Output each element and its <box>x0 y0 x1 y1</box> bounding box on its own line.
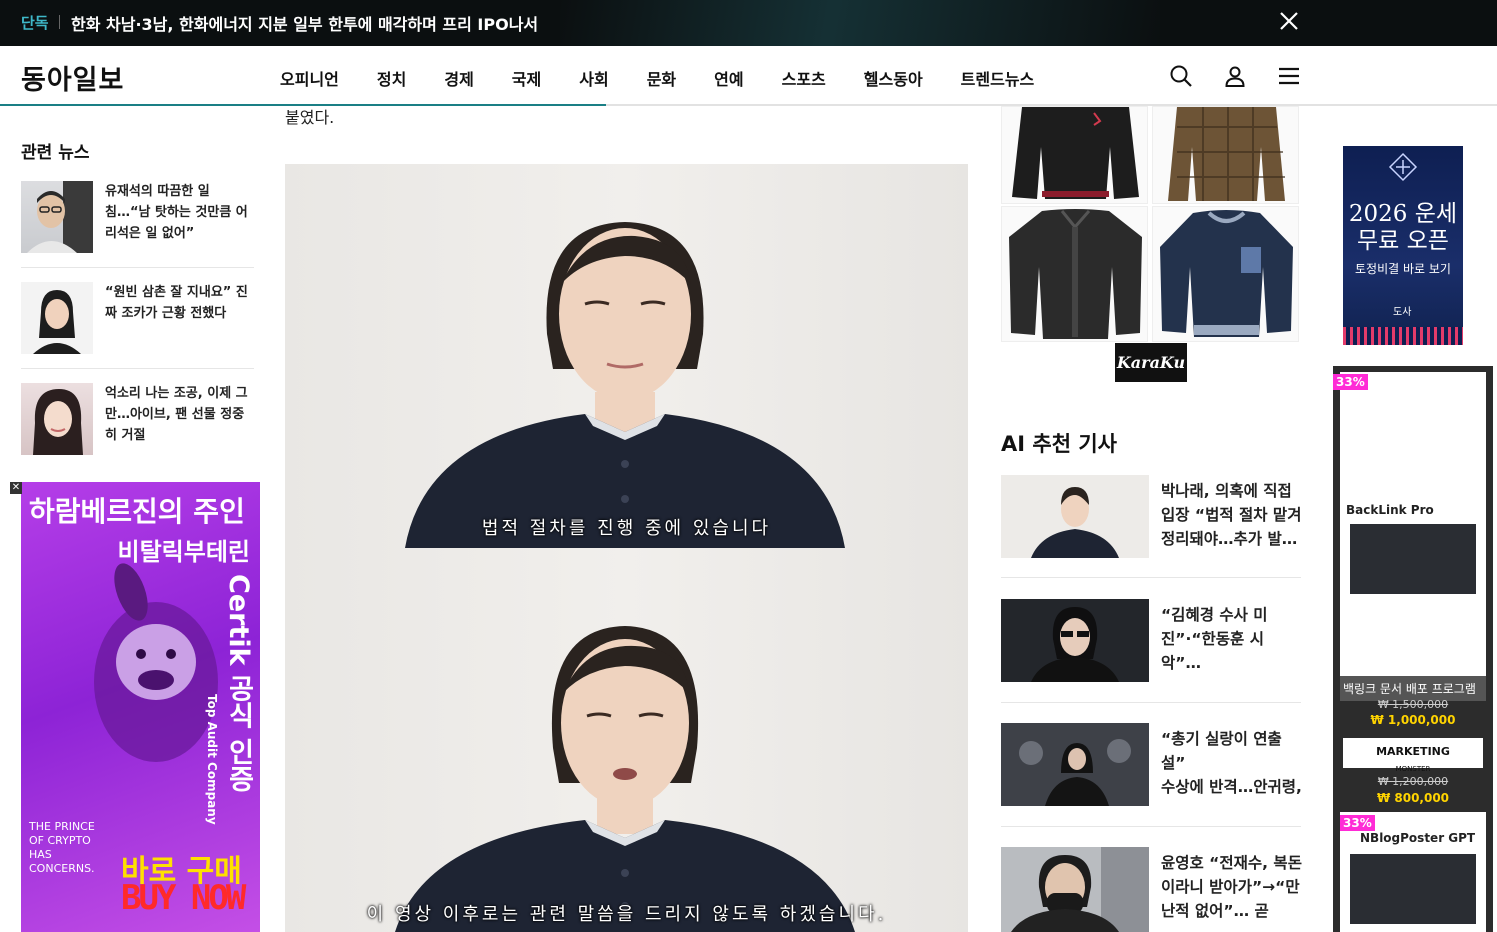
nav-item-entertainment[interactable]: 연예 <box>714 66 743 90</box>
nav-menu: 오피니언 정치 경제 국제 사회 문화 연예 스포츠 헬스동아 트렌드뉴스 <box>280 66 1072 90</box>
product-box <box>1350 524 1476 594</box>
related-news-text[interactable]: 유재석의 따끔한 일침…“남 탓하는 것만큼 어리석은 일 없어” <box>105 181 254 253</box>
ad-shopping[interactable]: KaraKu <box>1001 106 1301 382</box>
ad-fortune[interactable]: 2026 운세 무료 오픈 토정비결 바로 보기 도사 <box>1343 146 1463 345</box>
ai-article-text[interactable]: “총기 실랑이 연출설” 수상에 반격…안귀령, 전 707단장 고소 <box>1161 727 1303 799</box>
product-card[interactable]: BackLink Pro <box>1340 372 1486 676</box>
discount-badge: 33% <box>1333 374 1368 390</box>
ad-buy-en[interactable]: BUY NOW <box>121 878 246 918</box>
main-nav: 동아일보 오피니언 정치 경제 국제 사회 문화 연예 스포츠 헬스동아 트렌드… <box>0 46 1497 106</box>
close-icon[interactable] <box>1278 10 1300 32</box>
ai-article-text[interactable]: “김혜경 수사 미 진”·“한동훈 시악”… 尹부부, 박성재에 … <box>1161 603 1303 675</box>
menu-icon[interactable] <box>1277 64 1301 88</box>
list-item[interactable]: 박나래, 의혹에 직접 입장 “법적 절차 맡겨 정리돼야…추가 발… <box>1001 475 1301 559</box>
ad-line2: 비탈릭부테린 <box>117 538 250 566</box>
discount-badge: 33% <box>1340 815 1375 831</box>
thumbnail[interactable] <box>1001 847 1149 932</box>
related-news-text[interactable]: 억소리 나는 조공, 이제 그만…아이브, 팬 선물 정중히 거절 <box>105 383 254 455</box>
thumbnail[interactable] <box>21 282 93 354</box>
ai-article-text[interactable]: 박나래, 의혹에 직접 입장 “법적 절차 맡겨 정리돼야…추가 발… <box>1161 479 1303 551</box>
ad-banner-crypto[interactable]: 하람베르진의 주인 비탈릭부테린 Certik 공식 인증 Top Audit … <box>21 482 260 932</box>
thumbnail[interactable] <box>1001 475 1149 558</box>
ad-backlink[interactable]: BackLink Pro 33% 백링크 문서 배포 프로그램 ₩ 1,500,… <box>1333 366 1493 932</box>
marketing-monster-logo[interactable]: MARKETING MONSTER <box>1343 738 1483 773</box>
old-price: ₩ 1,500,000 <box>1377 698 1449 711</box>
product-sweater-navy[interactable] <box>1152 206 1299 342</box>
list-item[interactable]: “총기 실랑이 연출설” 수상에 반격…안귀령, 전 707단장 고소 <box>1001 723 1303 807</box>
list-item[interactable]: 억소리 나는 조공, 이제 그만…아이브, 팬 선물 정중히 거절 <box>21 383 254 455</box>
breaking-tag: 단독 <box>21 14 49 32</box>
article-photo-1: 법적 절차를 진행 중에 있습니다 <box>285 164 968 548</box>
product-box <box>1350 854 1476 924</box>
article-photo-2: 이 영상 이후로는 관련 말씀을 드리지 않도록 하겠습니다. <box>285 548 968 932</box>
article-text: 붙였다. <box>285 108 335 127</box>
nav-item-sports[interactable]: 스포츠 <box>782 66 826 90</box>
product-brand: NBlogPoster GPT <box>1360 831 1476 845</box>
nav-item-society[interactable]: 사회 <box>579 66 608 90</box>
fortune-line3: 토정비결 바로 보기 <box>1355 262 1451 276</box>
list-item[interactable]: “원빈 삼촌 잘 지내요” 진짜 조카가 근황 전했다 <box>21 282 254 369</box>
nav-item-opinion[interactable]: 오피니언 <box>280 66 339 90</box>
ad-line1: 하람베르진의 주인 <box>29 495 245 528</box>
nav-item-politics[interactable]: 정치 <box>377 66 406 90</box>
ad-pattern <box>1343 327 1463 345</box>
mm-brand-sub: MONSTER <box>1395 765 1431 773</box>
video-caption: 법적 절차를 진행 중에 있습니다 <box>481 518 772 539</box>
nav-item-international[interactable]: 국제 <box>512 66 541 90</box>
fortune-brand: 도사 <box>1393 307 1412 318</box>
related-news-title: 관련 뉴스 <box>21 143 90 163</box>
product-brand: BackLink Pro <box>1346 503 1434 517</box>
related-news: 관련 뉴스 유재석의 따끔한 일침…“남 탓하는 것만큼 어리석은 일 없어” … <box>21 138 254 484</box>
ad-close-button[interactable]: ✕ <box>10 482 22 494</box>
ai-section-title: AI 추천 기사 <box>1001 432 1117 456</box>
divider <box>1001 826 1301 827</box>
person-figure <box>395 626 855 932</box>
nav-item-economy[interactable]: 경제 <box>444 66 473 90</box>
tag-separator <box>59 15 60 29</box>
divider <box>1001 702 1301 703</box>
ad-vertical-subtext: Top Audit Company <box>205 694 219 825</box>
thumbnail[interactable] <box>21 181 93 253</box>
person-figure <box>405 222 845 548</box>
nav-item-trend[interactable]: 트렌드뉴스 <box>961 66 1035 90</box>
fortune-line2: 무료 오픈 <box>1357 228 1449 254</box>
new-price: ₩ 800,000 <box>1376 791 1450 805</box>
bar-decoration <box>560 0 1160 46</box>
nav-item-health[interactable]: 헬스동아 <box>864 66 923 90</box>
search-icon[interactable] <box>1169 64 1193 88</box>
thumbnail[interactable] <box>21 383 93 455</box>
shop-brand-logo[interactable]: KaraKu <box>1115 343 1187 382</box>
divider <box>1001 577 1301 578</box>
list-item[interactable]: “김혜경 수사 미 진”·“한동훈 시악”… 尹부부, 박성재에 … <box>1001 599 1301 683</box>
product-jacket-plaid[interactable] <box>1152 106 1299 204</box>
old-price: ₩ 1,200,000 <box>1377 775 1449 788</box>
ad-prince-text: THE PRINCE OF CRYPTO HAS CONCERNS. <box>29 820 95 875</box>
nav-item-culture[interactable]: 문화 <box>647 66 676 90</box>
breaking-headline[interactable]: 한화 차남·3남, 한화에너지 지분 일부 한투에 매각하며 프리 IPO나서 <box>71 11 538 35</box>
site-logo[interactable]: 동아일보 <box>21 58 124 97</box>
fortune-line1: 2026 운세 <box>1348 201 1458 227</box>
related-news-text[interactable]: “원빈 삼촌 잘 지내요” 진짜 조카가 근황 전했다 <box>105 282 254 354</box>
product-jacket-leather[interactable] <box>1001 206 1148 342</box>
breaking-news-bar: 단독 한화 차남·3남, 한화에너지 지분 일부 한투에 매각하며 프리 IPO… <box>0 0 1497 46</box>
ai-article-text[interactable]: 윤영호 “전재수, 복돈 이라니 받아가”→“만 난적 없어”… 곧 강… <box>1161 851 1303 923</box>
mm-brand: MARKETING <box>1376 745 1450 758</box>
thumbnail[interactable] <box>1001 599 1149 682</box>
new-price: ₩ 1,000,000 <box>1370 713 1456 727</box>
thumbnail[interactable] <box>1001 723 1149 806</box>
ad-vertical-text: Certik 공식 인증 <box>223 574 254 793</box>
product-jacket-black[interactable] <box>1001 106 1148 204</box>
list-item[interactable]: 유재석의 따끔한 일침…“남 탓하는 것만큼 어리석은 일 없어” <box>21 181 254 268</box>
video-caption: 이 영상 이후로는 관련 말씀을 드리지 않도록 하겠습니다. <box>366 904 887 925</box>
list-item[interactable]: 윤영호 “전재수, 복돈 이라니 받아가”→“만 난적 없어”… 곧 강… <box>1001 847 1303 932</box>
knot-icon <box>1388 152 1418 182</box>
user-icon[interactable] <box>1223 64 1247 88</box>
